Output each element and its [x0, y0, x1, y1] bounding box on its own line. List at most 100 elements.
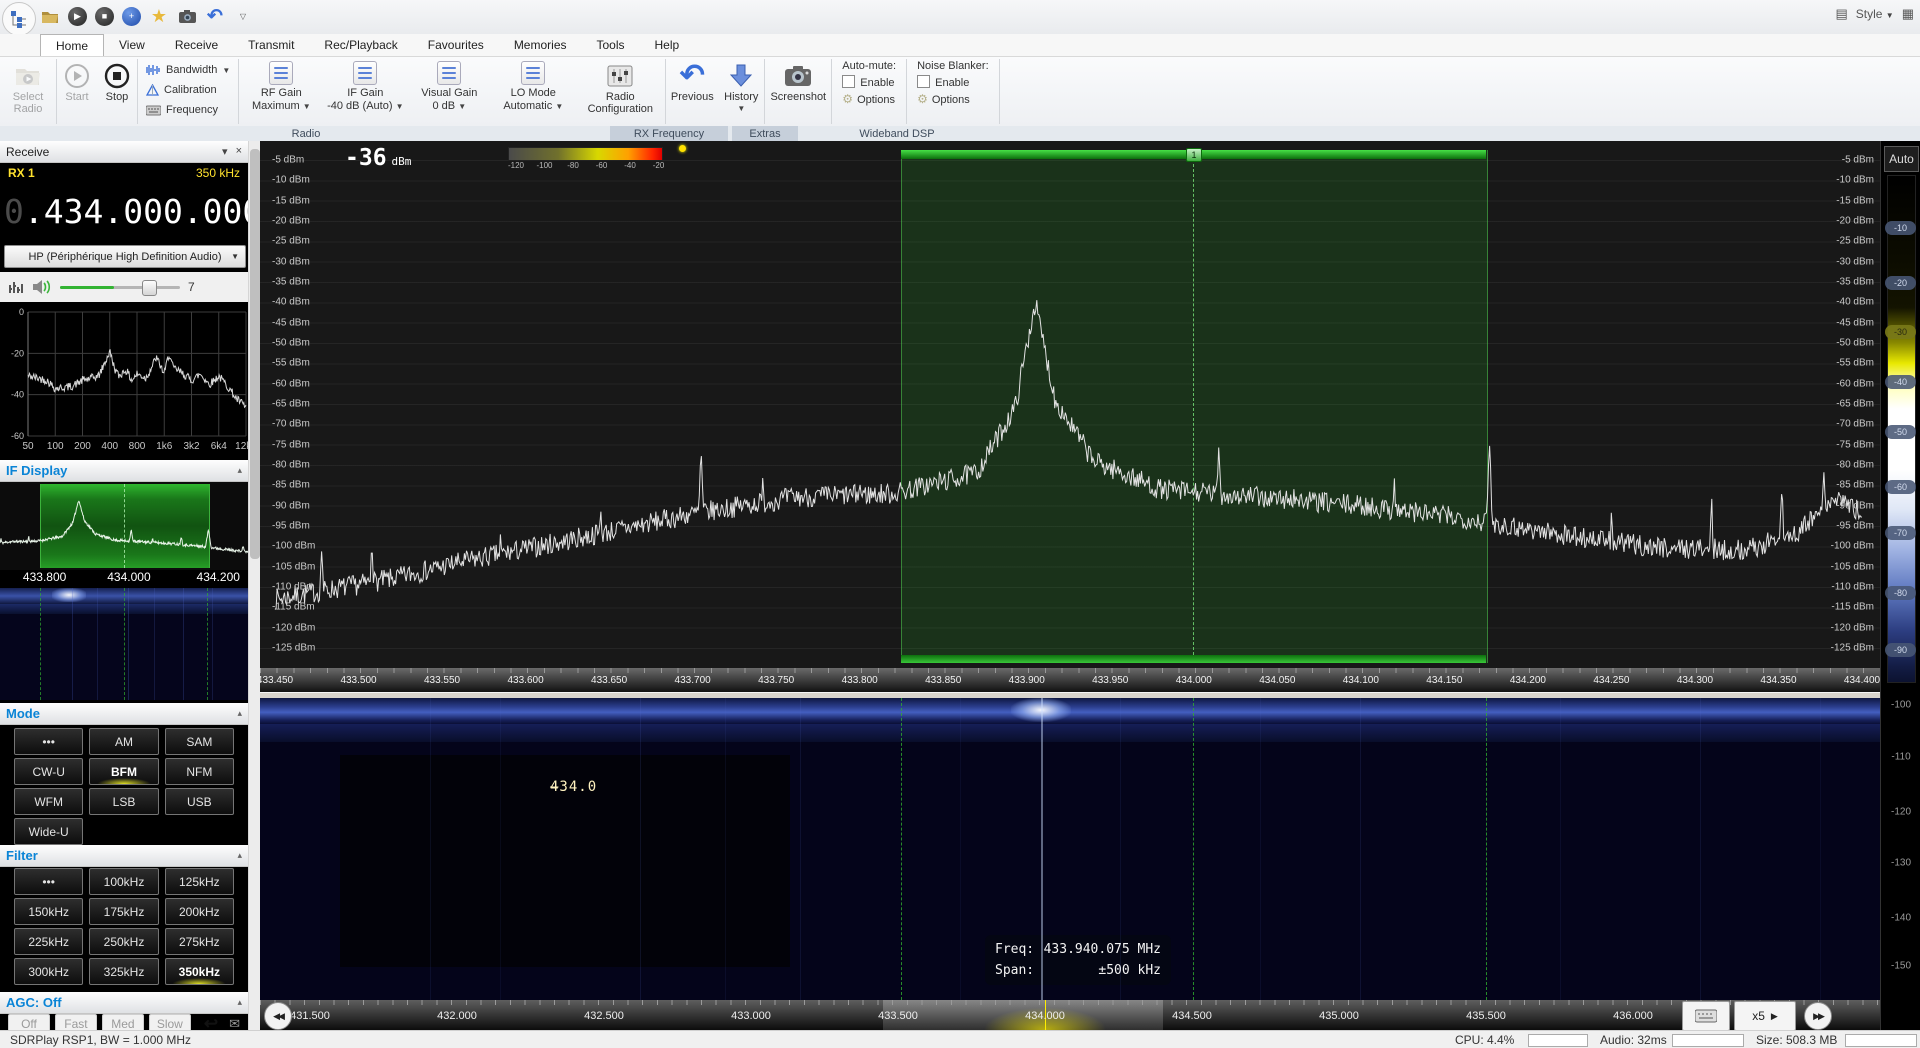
agc-panel-header[interactable]: AGC: Off▴	[0, 992, 248, 1014]
collapse-chevron-icon[interactable]: ▴	[237, 997, 242, 1008]
left-panel-scrollbar[interactable]	[248, 141, 260, 1030]
frequency-button[interactable]: Frequency	[146, 102, 230, 118]
scrollbar-thumb[interactable]	[250, 149, 260, 559]
stop-button[interactable]: Stop	[97, 57, 137, 126]
collapse-icon[interactable]: ▾	[222, 145, 228, 158]
favourite-star-icon[interactable]: ★	[149, 6, 169, 26]
spectrum-color-legend[interactable]	[508, 147, 663, 161]
if-waterfall[interactable]	[0, 588, 248, 700]
button-wideu[interactable]: Wide-U	[14, 818, 83, 845]
history-button[interactable]: History ▼	[718, 57, 764, 126]
agc-button-fast[interactable]: Fast	[55, 1014, 97, 1030]
if-gain-button[interactable]: IF Gain -40 dB (Auto) ▼	[323, 57, 407, 126]
radio-configuration-button[interactable]: Radio Configuration	[575, 57, 665, 126]
collapse-chevron-icon[interactable]: ▴	[237, 850, 242, 861]
auto-mute-enable-checkbox[interactable]: Enable	[842, 75, 896, 89]
start-button[interactable]: Start	[57, 57, 97, 126]
equalizer-icon[interactable]	[8, 279, 24, 295]
memory-annotation-box[interactable]: 434.0 –	[340, 755, 790, 967]
menu-item-favourites[interactable]: Favourites	[413, 34, 499, 56]
calibration-button[interactable]: Calibration	[146, 82, 230, 98]
previous-frequency-button[interactable]: ↶ Previous	[666, 57, 718, 126]
rf-gain-button[interactable]: RF Gain Maximum ▼	[239, 57, 323, 126]
screenshot-button[interactable]: Screenshot	[765, 57, 831, 126]
menu-item-view[interactable]: View	[104, 34, 160, 56]
collapse-chevron-icon[interactable]: ▴	[237, 465, 242, 476]
button-100khz[interactable]: 100kHz	[89, 868, 158, 895]
button-nfm[interactable]: NFM	[165, 758, 234, 785]
close-icon[interactable]: ×	[236, 145, 242, 158]
button-175khz[interactable]: 175kHz	[89, 898, 158, 925]
button-275khz[interactable]: 275kHz	[165, 928, 234, 955]
filter-panel-header[interactable]: Filter▴	[0, 845, 248, 867]
button-[interactable]: •••	[14, 728, 83, 755]
button-usb[interactable]: USB	[165, 788, 234, 815]
menu-item-tools[interactable]: Tools	[582, 34, 640, 56]
layout-icon[interactable]: ▤	[1835, 6, 1847, 22]
frequency-display[interactable]: 0.434.000.000	[0, 183, 248, 239]
zoom-factor-button[interactable]: x5▶	[1734, 1001, 1796, 1030]
main-waterfall-display[interactable]: 434.0 – Freq:433.940.075 MHz Span:±500 k…	[260, 698, 1880, 1030]
agc-button-off[interactable]: Off	[8, 1014, 50, 1030]
menu-item-recplayback[interactable]: Rec/Playback	[309, 34, 412, 56]
menu-item-home[interactable]: Home	[40, 34, 104, 56]
button-lsb[interactable]: LSB	[89, 788, 158, 815]
application-menu-button[interactable]	[2, 2, 36, 36]
agc-button-med[interactable]: Med	[102, 1014, 144, 1030]
menu-item-transmit[interactable]: Transmit	[233, 34, 309, 56]
menu-item-help[interactable]: Help	[640, 34, 695, 56]
open-folder-icon[interactable]	[40, 6, 60, 26]
auto-mute-options-button[interactable]: ⚙Options	[842, 92, 896, 106]
if-spectrum[interactable]	[0, 482, 248, 570]
slider-handle[interactable]	[142, 280, 157, 296]
agc-button-slow[interactable]: Slow	[149, 1014, 191, 1030]
undo-icon[interactable]: ↩	[204, 1014, 218, 1030]
menu-item-memories[interactable]: Memories	[499, 34, 582, 56]
audio-device-dropdown[interactable]: HP (Périphérique High Definition Audio)▼	[4, 245, 246, 268]
main-spectrum-display[interactable]: 1 -36dBm -120-100-80-60-40-20 -5 dBm-10 …	[260, 141, 1880, 692]
waterfall-frequency-axis[interactable]: 431.500432.000432.500433.000433.500434.0…	[260, 1000, 1880, 1030]
menu-item-receive[interactable]: Receive	[160, 34, 233, 56]
camera-icon[interactable]	[177, 6, 197, 26]
auto-scale-button[interactable]: Auto	[1884, 146, 1919, 172]
button-350khz[interactable]: 350kHz	[165, 958, 234, 985]
button-125khz[interactable]: 125kHz	[165, 868, 234, 895]
button-300khz[interactable]: 300kHz	[14, 958, 83, 985]
button-wfm[interactable]: WFM	[14, 788, 83, 815]
collapse-chevron-icon[interactable]: ▴	[237, 708, 242, 719]
button-225khz[interactable]: 225kHz	[14, 928, 83, 955]
bandwidth-button[interactable]: Bandwidth▼	[146, 62, 230, 78]
scroll-right-button[interactable]: ▶▶	[1804, 1002, 1832, 1030]
volume-slider[interactable]	[60, 280, 180, 294]
audio-spectrum-graph[interactable]: 501002004008001k63k26k412k80-20-40-60	[0, 304, 248, 452]
play-icon[interactable]: ▶	[68, 7, 87, 26]
keyboard-entry-button[interactable]	[1682, 1001, 1730, 1030]
noise-blanker-enable-checkbox[interactable]: Enable	[917, 75, 989, 89]
scroll-left-button[interactable]: ◀◀	[264, 1002, 292, 1030]
undo-icon[interactable]: ↶	[205, 6, 225, 26]
button-150khz[interactable]: 150kHz	[14, 898, 83, 925]
grid-icon[interactable]: ▦	[1902, 6, 1914, 22]
button-bfm[interactable]: BFM	[89, 758, 158, 785]
button-cwu[interactable]: CW-U	[14, 758, 83, 785]
mode-panel-header[interactable]: Mode▴	[0, 703, 248, 725]
lo-mode-button[interactable]: LO Mode Automatic ▼	[491, 57, 575, 126]
speaker-icon[interactable]	[32, 279, 52, 295]
button-250khz[interactable]: 250kHz	[89, 928, 158, 955]
visual-gain-button[interactable]: Visual Gain 0 dB ▼	[407, 57, 491, 126]
button-325khz[interactable]: 325kHz	[89, 958, 158, 985]
scale-chip-label: -30	[1885, 325, 1916, 339]
button-200khz[interactable]: 200kHz	[165, 898, 234, 925]
button-am[interactable]: AM	[89, 728, 158, 755]
select-radio-button[interactable]: Select Radio	[0, 57, 56, 126]
spectrum-frequency-axis[interactable]: 433.450433.500433.550433.600433.650433.7…	[260, 668, 1880, 692]
mail-icon[interactable]: ✉	[229, 1016, 240, 1030]
button-sam[interactable]: SAM	[165, 728, 234, 755]
add-icon[interactable]: +	[122, 7, 141, 26]
toolbar-dropdown-icon[interactable]: ▽	[233, 6, 253, 26]
if-display-header[interactable]: IF Display▴	[0, 460, 248, 482]
style-dropdown[interactable]: Style ▼	[1856, 7, 1894, 21]
button-[interactable]: •••	[14, 868, 83, 895]
record-stop-icon[interactable]: ■	[95, 7, 114, 26]
noise-blanker-options-button[interactable]: ⚙Options	[917, 92, 989, 106]
